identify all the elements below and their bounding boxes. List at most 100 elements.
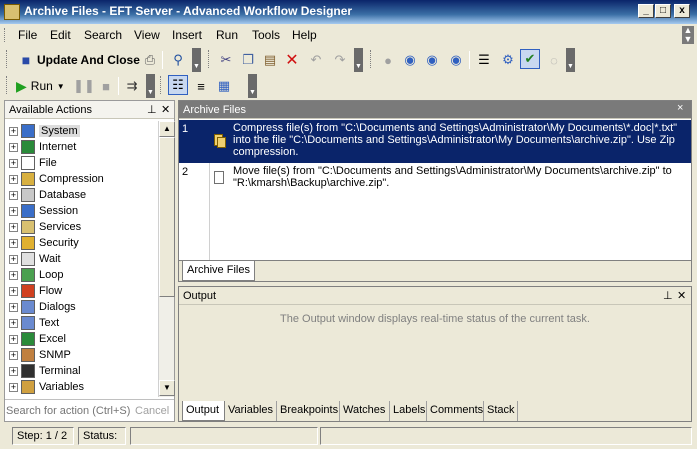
close-icon[interactable]: × <box>677 102 683 114</box>
expand-icon[interactable]: + <box>9 126 18 136</box>
toolbar-chevron[interactable]: ▼ <box>248 74 257 98</box>
tree-item-services[interactable]: + Services <box>9 219 81 235</box>
maximize-button[interactable]: □ <box>655 4 671 18</box>
tab-output[interactable]: Output <box>182 401 225 421</box>
tree-item-session[interactable]: + Session <box>9 203 78 219</box>
expand-icon[interactable]: + <box>9 254 18 264</box>
minimize-button[interactable]: _ <box>638 4 654 18</box>
menu-view[interactable]: View <box>134 28 160 42</box>
tree-item-file[interactable]: + File <box>9 155 57 171</box>
tab-watches[interactable]: Watches <box>340 401 390 421</box>
tree-scrollbar[interactable]: ▲ ▼ <box>158 121 175 397</box>
find-icon[interactable]: ⚲ <box>168 50 188 70</box>
tree-item-compression[interactable]: + Compression <box>9 171 104 187</box>
gear-icon[interactable]: ⚙ <box>498 50 518 70</box>
expand-icon[interactable]: + <box>9 238 18 248</box>
tree-item-variables[interactable]: + Variables <box>9 379 84 395</box>
output-tab-strip: Output Variables Breakpoints Watches Labels C… <box>182 401 688 421</box>
toolbar-chevron[interactable]: ▼ <box>146 74 155 98</box>
search-cancel-button[interactable]: Cancel <box>135 405 169 417</box>
check-icon[interactable]: ✔ <box>520 49 540 69</box>
tree-item-database[interactable]: + Database <box>9 187 86 203</box>
tab-stack[interactable]: Stack <box>484 401 518 421</box>
expand-icon[interactable]: + <box>9 222 18 232</box>
update-close-button[interactable]: ■ Update And Close <box>16 50 140 70</box>
task-row[interactable]: 1 Compress file(s) from "C:\Documents an… <box>179 120 691 163</box>
tree-item-label: Excel <box>39 333 66 345</box>
list-view-icon[interactable]: ☷ <box>168 75 188 95</box>
back-icon[interactable]: ◉ <box>422 50 442 70</box>
tree-item-loop[interactable]: + Loop <box>9 267 63 283</box>
expand-icon[interactable]: + <box>9 350 18 360</box>
forward-icon[interactable]: ◉ <box>446 50 466 70</box>
tree-item-system[interactable]: + System <box>9 123 80 139</box>
action-search-input[interactable] <box>6 402 130 419</box>
toolbar-chevron[interactable]: ▼ <box>354 48 363 72</box>
undo-icon[interactable]: ↶ <box>306 50 326 70</box>
expand-icon[interactable]: + <box>9 190 18 200</box>
tab-archive-files[interactable]: Archive Files <box>182 261 255 281</box>
task-row[interactable]: 2 Move file(s) from "C:\Documents and Se… <box>179 163 691 193</box>
menu-tools[interactable]: Tools <box>252 28 280 42</box>
comment-icon[interactable]: ☰ <box>474 50 494 70</box>
cut-icon[interactable]: ✂ <box>216 50 236 70</box>
tab-labels[interactable]: Labels <box>390 401 427 421</box>
expand-icon[interactable]: + <box>9 318 18 328</box>
print-icon[interactable]: ⎙ <box>140 50 160 70</box>
tree-item-security[interactable]: + Security <box>9 235 79 251</box>
tab-comments[interactable]: Comments <box>427 401 484 421</box>
menu-search[interactable]: Search <box>84 28 122 42</box>
scroll-up-icon[interactable]: ▲ <box>159 121 175 137</box>
expand-icon[interactable]: + <box>9 270 18 280</box>
tree-item-terminal[interactable]: + Terminal <box>9 363 81 379</box>
expand-icon[interactable]: + <box>9 382 18 392</box>
run-button[interactable]: ▶ Run ▼ <box>16 76 65 96</box>
close-button[interactable]: x <box>674 4 690 18</box>
tab-breakpoints[interactable]: Breakpoints <box>277 401 340 421</box>
tree-item-wait[interactable]: + Wait <box>9 251 61 267</box>
expand-icon[interactable]: + <box>9 174 18 184</box>
scroll-thumb[interactable] <box>159 137 175 297</box>
pause-icon[interactable]: ❚❚ <box>73 76 95 96</box>
layout-icon[interactable]: ▦ <box>214 76 234 96</box>
tree-item-dialogs[interactable]: + Dialogs <box>9 299 76 315</box>
variables-icon <box>21 380 35 394</box>
task-number: 1 <box>182 123 189 135</box>
expand-icon[interactable]: + <box>9 286 18 296</box>
toolbar-chevron[interactable]: ▼ <box>566 48 575 72</box>
move-down-icon[interactable]: ◉ <box>400 50 420 70</box>
redo-icon[interactable]: ↷ <box>330 50 350 70</box>
move-up-icon[interactable]: ● <box>378 50 398 70</box>
delete-icon[interactable]: ✕ <box>282 50 302 70</box>
close-icon[interactable]: ✕ <box>161 103 170 116</box>
menu-edit[interactable]: Edit <box>50 28 71 42</box>
stop-icon[interactable]: ■ <box>96 76 116 96</box>
expand-icon[interactable]: + <box>9 302 18 312</box>
toolbar-chevron[interactable]: ▼ <box>192 48 201 72</box>
close-icon[interactable]: ✕ <box>677 289 686 302</box>
tree-item-excel[interactable]: + Excel <box>9 331 66 347</box>
expand-icon[interactable]: + <box>9 366 18 376</box>
menu-file[interactable]: File <box>18 28 37 42</box>
step-icon[interactable]: ⇉ <box>122 76 142 96</box>
tree-item-flow[interactable]: + Flow <box>9 283 62 299</box>
menu-run[interactable]: Run <box>216 28 238 42</box>
copy-icon[interactable]: ❐ <box>238 50 258 70</box>
tree-item-internet[interactable]: + Internet <box>9 139 76 155</box>
menu-help[interactable]: Help <box>292 28 317 42</box>
text-view-icon[interactable]: ≡ <box>191 76 211 96</box>
expand-icon[interactable]: + <box>9 206 18 216</box>
pin-icon[interactable]: ⊥ <box>663 289 673 302</box>
expand-icon[interactable]: + <box>9 142 18 152</box>
tree-item-text[interactable]: + Text <box>9 315 59 331</box>
tree-item-snmp[interactable]: + SNMP <box>9 347 71 363</box>
scroll-down-icon[interactable]: ▼ <box>159 380 175 396</box>
menu-insert[interactable]: Insert <box>172 28 202 42</box>
pin-icon[interactable]: ⊥ <box>147 103 157 116</box>
expand-icon[interactable]: + <box>9 334 18 344</box>
paste-icon[interactable]: ▤ <box>260 50 280 70</box>
expand-icon[interactable]: + <box>9 158 18 168</box>
tab-variables[interactable]: Variables <box>225 401 277 421</box>
menu-overflow-icon[interactable]: ▲ ▼ <box>682 26 694 44</box>
balloon-icon[interactable]: ◌ <box>544 50 564 70</box>
